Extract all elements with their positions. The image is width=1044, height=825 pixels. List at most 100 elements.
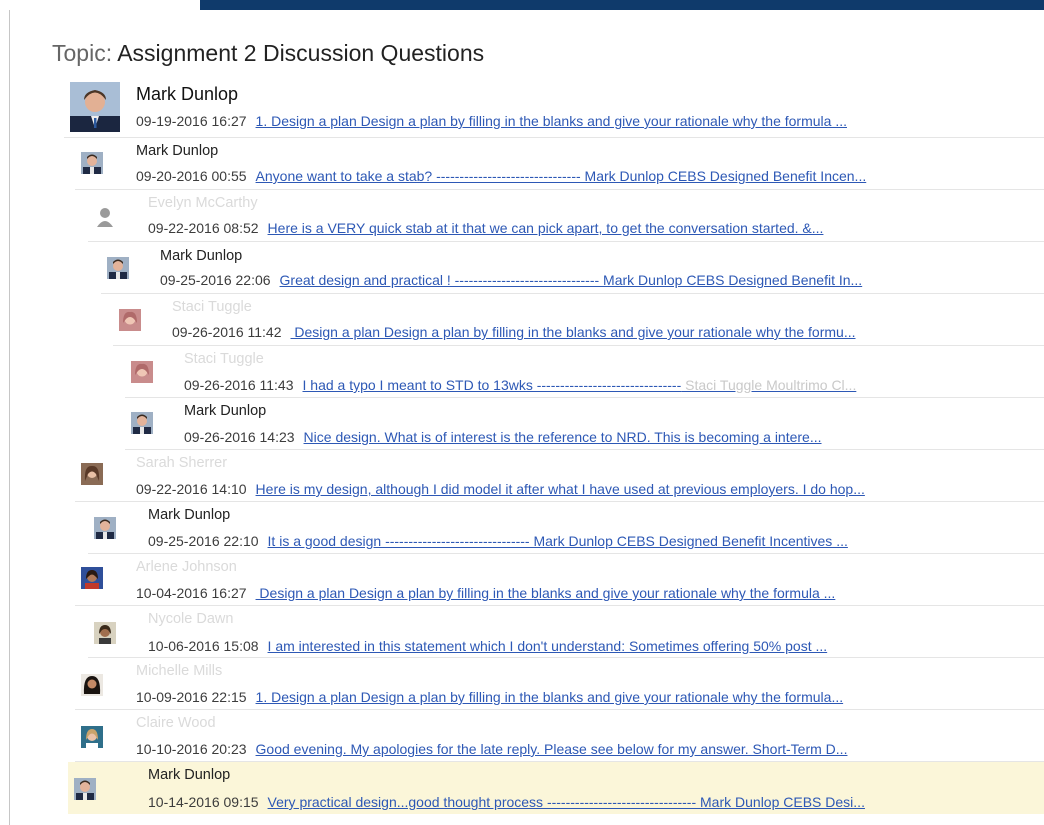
post-link-text: I am interested in this statement which …	[267, 638, 828, 654]
post-link[interactable]: Design a plan Design a plan by filling i…	[290, 324, 856, 340]
post-date: 09-22-2016 14:10	[136, 481, 247, 497]
page-title: Topic: Assignment 2 Discussion Questions	[52, 40, 484, 67]
post-link-text: Here is a VERY quick stab at it that we …	[267, 220, 824, 236]
post-link-faint-text: Staci Tuggle Moultrimo Cl...	[681, 377, 857, 393]
avatar	[94, 517, 116, 539]
post-row: Mark Dunlop 09-25-2016 22:10 It is a good …	[88, 502, 1044, 554]
post-row: Mark Dunlop 09-26-2016 14:23 Nice design. …	[125, 398, 1044, 450]
avatar	[94, 622, 116, 644]
post-link[interactable]: It is a good design --------------------…	[268, 533, 848, 549]
post-link-text: Here is my design, although I did model …	[255, 481, 865, 497]
post-date: 10-10-2016 20:23	[136, 741, 247, 757]
post-date: 09-26-2016 14:23	[184, 429, 295, 445]
post-author: Evelyn McCarthy	[148, 195, 258, 211]
post-row: Sarah Sherrer 09-22-2016 14:10 Here is my …	[75, 450, 1044, 502]
post-link-text: Very practical design...good thought pro…	[267, 794, 865, 810]
post-link[interactable]: Here is my design, although I did model …	[256, 481, 865, 497]
post-link[interactable]: Anyone want to take a stab? ------------…	[256, 168, 867, 184]
post-link[interactable]: I am interested in this statement which …	[268, 638, 828, 654]
post-link[interactable]: 1. Design a plan Design a plan by fillin…	[256, 113, 847, 129]
avatar	[81, 463, 103, 485]
post-link-text: Good evening. My apologies for the late …	[255, 741, 848, 757]
post-row: Mark Dunlop 09-19-2016 16:27 1. Design a p…	[64, 78, 1044, 138]
post-author: Nycole Dawn	[148, 611, 234, 627]
post-meta: 09-19-2016 16:27 1. Design a plan Design …	[136, 113, 847, 129]
avatar	[81, 674, 103, 696]
post-author: Michelle Mills	[136, 663, 223, 679]
post-meta: 09-22-2016 14:10 Here is my design, altho…	[136, 481, 865, 497]
post-meta: 09-20-2016 00:55 Anyone want to take a st…	[136, 168, 866, 184]
post-author: Claire Wood	[136, 715, 216, 731]
post-link[interactable]: Great design and practical ! -----------…	[280, 272, 863, 288]
post-link[interactable]: 1. Design a plan Design a plan by fillin…	[256, 689, 844, 705]
post-row: Michelle Mills 10-09-2016 22:15 1. Design …	[75, 658, 1044, 710]
avatar	[131, 412, 153, 434]
post-date: 10-14-2016 09:15	[148, 794, 259, 810]
post-date: 09-26-2016 11:42	[172, 324, 282, 340]
post-date: 09-22-2016 08:52	[148, 220, 259, 236]
post-row: Claire Wood 10-10-2016 20:23 Good evening.…	[75, 710, 1044, 762]
post-link[interactable]: I had a typo I meant to STD to 13wks ---…	[303, 377, 857, 393]
post-link-text: Design a plan Design a plan by filling i…	[290, 324, 856, 340]
post-meta: 09-26-2016 11:42 Design a plan Design a …	[172, 324, 856, 340]
post-meta: 10-14-2016 09:15 Very practical design...…	[148, 794, 865, 810]
post-link-text: Nice design. What is of interest is the …	[303, 429, 822, 445]
avatar	[81, 726, 103, 748]
post-author: Arlene Johnson	[136, 559, 237, 575]
post-date: 10-09-2016 22:15	[136, 689, 247, 705]
post-row: Nycole Dawn 10-06-2016 15:08 I am interest…	[88, 606, 1044, 658]
post-meta: 09-25-2016 22:06 Great design and practic…	[160, 272, 862, 288]
post-link[interactable]: Here is a VERY quick stab at it that we …	[268, 220, 824, 236]
post-date: 09-20-2016 00:55	[136, 168, 247, 184]
avatar	[107, 257, 129, 279]
post-link-text: Great design and practical ! -----------…	[279, 272, 863, 288]
post-link-text: I had a typo I meant to STD to 13wks ---…	[302, 377, 682, 393]
top-header-bar	[200, 0, 1044, 10]
post-author: Mark Dunlop	[148, 507, 231, 523]
post-meta: 09-22-2016 08:52 Here is a VERY quick sta…	[148, 220, 823, 236]
post-link-text: Design a plan Design a plan by filling i…	[255, 585, 836, 601]
post-date: 10-04-2016 16:27	[136, 585, 247, 601]
post-row: Arlene Johnson 10-04-2016 16:27 Design a …	[75, 554, 1044, 606]
avatar	[81, 567, 103, 589]
post-author: Mark Dunlop	[160, 248, 243, 264]
avatar	[74, 778, 96, 800]
post-author: Staci Tuggle	[172, 299, 252, 315]
post-link[interactable]: Nice design. What is of interest is the …	[304, 429, 822, 445]
post-meta: 10-09-2016 22:15 1. Design a plan Design …	[136, 689, 843, 705]
post-row: Mark Dunlop 09-20-2016 00:55 Anyone want t…	[75, 138, 1044, 190]
post-date: 09-26-2016 11:43	[184, 377, 294, 393]
post-row: Evelyn McCarthy 09-22-2016 08:52 Here is a…	[88, 190, 1044, 242]
post-date: 09-25-2016 22:10	[148, 533, 259, 549]
post-date: 10-06-2016 15:08	[148, 638, 259, 654]
post-author: Mark Dunlop	[136, 143, 219, 159]
post-author: Mark Dunlop	[136, 84, 239, 104]
post-author: Mark Dunlop	[184, 403, 267, 419]
post-meta: 09-26-2016 11:43 I had a typo I meant to …	[184, 377, 856, 393]
post-link-text: 1. Design a plan Design a plan by fillin…	[255, 689, 844, 705]
post-link[interactable]: Very practical design...good thought pro…	[268, 794, 865, 810]
post-link-text: It is a good design --------------------…	[267, 533, 848, 549]
post-date: 09-19-2016 16:27	[136, 113, 247, 129]
post-link[interactable]: Good evening. My apologies for the late …	[256, 741, 848, 757]
post-link-text: 1. Design a plan Design a plan by fillin…	[255, 113, 847, 129]
post-author: Sarah Sherrer	[136, 455, 228, 471]
post-row: Mark Dunlop 09-25-2016 22:06 Great design …	[101, 242, 1044, 294]
post-author: Mark Dunlop	[148, 767, 231, 783]
post-link[interactable]: Design a plan Design a plan by filling i…	[255, 585, 836, 601]
post-row: Staci Tuggle 09-26-2016 11:42 Design a pl…	[113, 294, 1044, 346]
avatar	[81, 152, 103, 174]
avatar	[70, 82, 120, 132]
post-link-text: Anyone want to take a stab? ------------…	[255, 168, 867, 184]
avatar	[131, 361, 153, 383]
post-row: Staci Tuggle 09-26-2016 11:43 I had a typo…	[125, 346, 1044, 398]
avatar	[94, 205, 116, 227]
post-meta: 09-25-2016 22:10 It is a good design ----…	[148, 533, 848, 549]
post-author: Staci Tuggle	[184, 351, 264, 367]
left-border	[9, 10, 10, 825]
post-meta: 09-26-2016 14:23 Nice design. What is of …	[184, 429, 822, 445]
post-row: Mark Dunlop 10-14-2016 09:15 Very practica…	[68, 762, 1044, 814]
avatar	[119, 309, 141, 331]
post-meta: 10-10-2016 20:23 Good evening. My apologi…	[136, 741, 847, 757]
post-date: 09-25-2016 22:06	[160, 272, 271, 288]
